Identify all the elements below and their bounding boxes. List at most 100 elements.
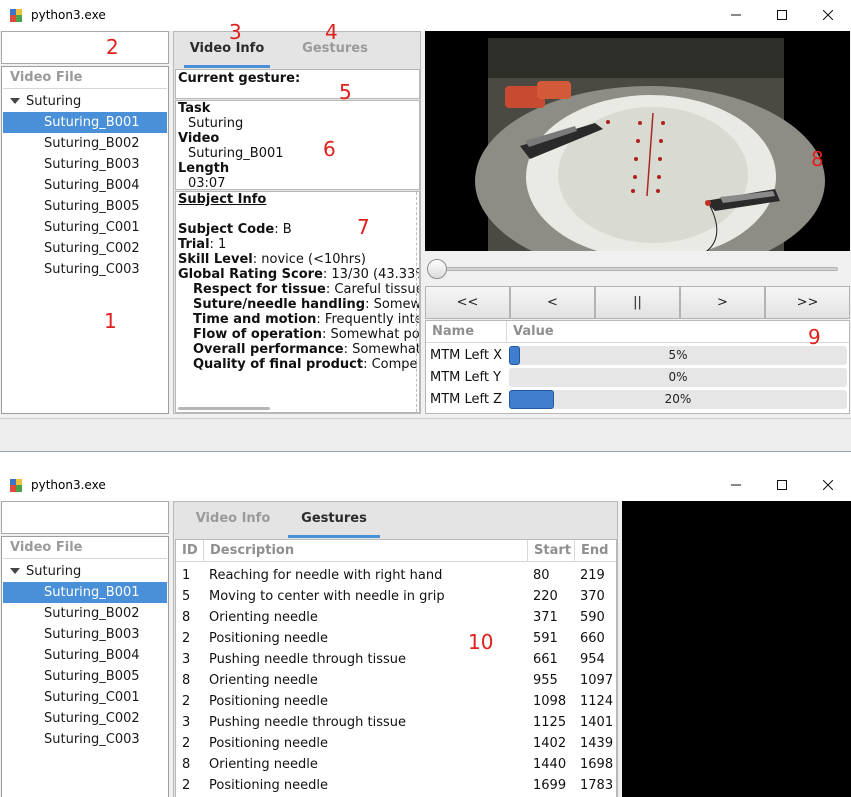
- tab-gestures[interactable]: Gestures: [288, 502, 380, 538]
- close-button[interactable]: [805, 470, 851, 501]
- tree-item-suturing-b002[interactable]: Suturing_B002: [3, 133, 167, 154]
- minimize-button[interactable]: [713, 0, 759, 31]
- gesture-start: 371: [533, 610, 558, 625]
- gesture-description: Positioning needle: [209, 736, 328, 751]
- seek-slider-knob[interactable]: [427, 259, 447, 279]
- tree-node-suturing[interactable]: Suturing: [3, 91, 167, 112]
- step-forward-button[interactable]: >: [680, 286, 765, 319]
- tree-item-suturing-b003[interactable]: Suturing_B003: [3, 154, 167, 175]
- length-label: Length: [178, 161, 230, 176]
- minimize-button[interactable]: [713, 470, 759, 501]
- python-app-icon: [10, 9, 22, 22]
- column-header-id[interactable]: ID: [176, 540, 204, 562]
- gesture-description: Orienting needle: [209, 610, 318, 625]
- tree-item-suturing-c003[interactable]: Suturing_C003: [3, 729, 167, 750]
- rating-label: Flow of operation: [193, 327, 323, 342]
- tree-item-suturing-c002[interactable]: Suturing_C002: [3, 238, 167, 259]
- fast-forward-button[interactable]: >>: [765, 286, 850, 319]
- rating-row: Suture/needle handling: Somew: [178, 297, 419, 312]
- tree-item-suturing-c002[interactable]: Suturing_C002: [3, 708, 167, 729]
- video-player[interactable]: [425, 31, 850, 276]
- gesture-id: 1: [182, 568, 191, 583]
- maximize-icon: [777, 10, 787, 20]
- rating-value: : Careful tissue: [325, 282, 420, 297]
- pause-button[interactable]: ||: [595, 286, 680, 319]
- tab-gestures[interactable]: Gestures: [286, 32, 384, 68]
- kinematics-progress-bar: 5%: [509, 346, 847, 365]
- kinematics-row-name: MTM Left Y: [430, 370, 502, 385]
- gesture-start: 1699: [533, 778, 567, 793]
- column-header-value[interactable]: Value: [507, 321, 849, 343]
- column-header-start[interactable]: Start: [528, 540, 575, 562]
- gesture-end: 219: [580, 568, 605, 583]
- gesture-row[interactable]: 2 Positioning needle 1699 1783: [176, 775, 616, 796]
- gesture-start: 80: [533, 568, 550, 583]
- horizontal-scrollbar[interactable]: [178, 407, 270, 410]
- rating-label: Overall performance: [193, 342, 344, 357]
- tree-item-suturing-b001[interactable]: Suturing_B001: [3, 582, 167, 603]
- trial-label: Trial: [178, 237, 210, 252]
- rating-row: Flow of operation: Somewhat po: [178, 327, 419, 342]
- maximize-button[interactable]: [759, 470, 805, 501]
- video-player[interactable]: [622, 501, 851, 797]
- kinematics-row-name: MTM Left X: [430, 348, 503, 363]
- progress-label: 20%: [664, 392, 692, 406]
- vertical-scrollbar[interactable]: [416, 192, 419, 412]
- gesture-row[interactable]: 3 Pushing needle through tissue 661 954: [176, 649, 616, 670]
- progress-label: 5%: [668, 348, 688, 362]
- gesture-end: 370: [580, 589, 605, 604]
- gesture-description: Moving to center with needle in grip: [209, 589, 445, 604]
- gesture-end: 1783: [580, 778, 614, 793]
- gesture-start: 220: [533, 589, 558, 604]
- tree-item-suturing-b004[interactable]: Suturing_B004: [3, 175, 167, 196]
- gesture-id: 8: [182, 610, 191, 625]
- tree-item-suturing-b002[interactable]: Suturing_B002: [3, 603, 167, 624]
- maximize-button[interactable]: [759, 0, 805, 31]
- maximize-icon: [777, 480, 787, 490]
- tab-video-info[interactable]: Video Info: [184, 502, 282, 538]
- tree-item-suturing-b005[interactable]: Suturing_B005: [3, 196, 167, 217]
- tab-video-info[interactable]: Video Info: [184, 32, 270, 68]
- gesture-start: 1402: [533, 736, 567, 751]
- column-header-end[interactable]: End: [575, 540, 616, 562]
- tree-node-label: Suturing: [26, 564, 82, 579]
- gesture-id: 3: [182, 715, 191, 730]
- gesture-row[interactable]: 3 Pushing needle through tissue 1125 1401: [176, 712, 616, 733]
- file-search-input[interactable]: [1, 501, 169, 534]
- tree-item-suturing-b005[interactable]: Suturing_B005: [3, 666, 167, 687]
- tree-item-suturing-c001[interactable]: Suturing_C001: [3, 687, 167, 708]
- gesture-row[interactable]: 2 Positioning needle 1402 1439: [176, 733, 616, 754]
- gesture-row[interactable]: 2 Positioning needle 591 660: [176, 628, 616, 649]
- kinematics-table-header: Name Value: [426, 321, 849, 343]
- gesture-description: Positioning needle: [209, 778, 328, 793]
- rating-value: : Somewhat: [343, 342, 420, 357]
- tree-item-suturing-c001[interactable]: Suturing_C001: [3, 217, 167, 238]
- close-button[interactable]: [805, 0, 851, 31]
- tree-node-suturing[interactable]: Suturing: [3, 561, 167, 582]
- gesture-row[interactable]: 8 Orienting needle 1440 1698: [176, 754, 616, 775]
- column-header-name[interactable]: Name: [426, 321, 507, 343]
- rewind-button[interactable]: <<: [425, 286, 510, 319]
- gesture-id: 2: [182, 778, 191, 793]
- tree-item-suturing-c003[interactable]: Suturing_C003: [3, 259, 167, 280]
- seek-slider-track[interactable]: [435, 267, 838, 271]
- step-back-button[interactable]: <: [510, 286, 595, 319]
- expand-triangle-icon[interactable]: [10, 98, 20, 104]
- gesture-start: 1125: [533, 715, 567, 730]
- tree-item-suturing-b004[interactable]: Suturing_B004: [3, 645, 167, 666]
- gesture-id: 2: [182, 694, 191, 709]
- gesture-row[interactable]: 8 Orienting needle 955 1097: [176, 670, 616, 691]
- expand-triangle-icon[interactable]: [10, 568, 20, 574]
- gesture-row[interactable]: 1 Reaching for needle with right hand 80 21…: [176, 565, 616, 586]
- gesture-end: 1401: [580, 715, 614, 730]
- column-header-description[interactable]: Description: [204, 540, 528, 562]
- grs-label: Global Rating Score: [178, 267, 323, 282]
- gesture-row[interactable]: 2 Positioning needle 1098 1124: [176, 691, 616, 712]
- gesture-row[interactable]: 8 Orienting needle 371 590: [176, 607, 616, 628]
- tree-item-suturing-b003[interactable]: Suturing_B003: [3, 624, 167, 645]
- seek-slider[interactable]: [425, 252, 850, 284]
- file-search-input[interactable]: [1, 31, 169, 64]
- gesture-row[interactable]: 5 Moving to center with needle in grip 220…: [176, 586, 616, 607]
- gesture-start: 955: [533, 673, 558, 688]
- tree-item-suturing-b001[interactable]: Suturing_B001: [3, 112, 167, 133]
